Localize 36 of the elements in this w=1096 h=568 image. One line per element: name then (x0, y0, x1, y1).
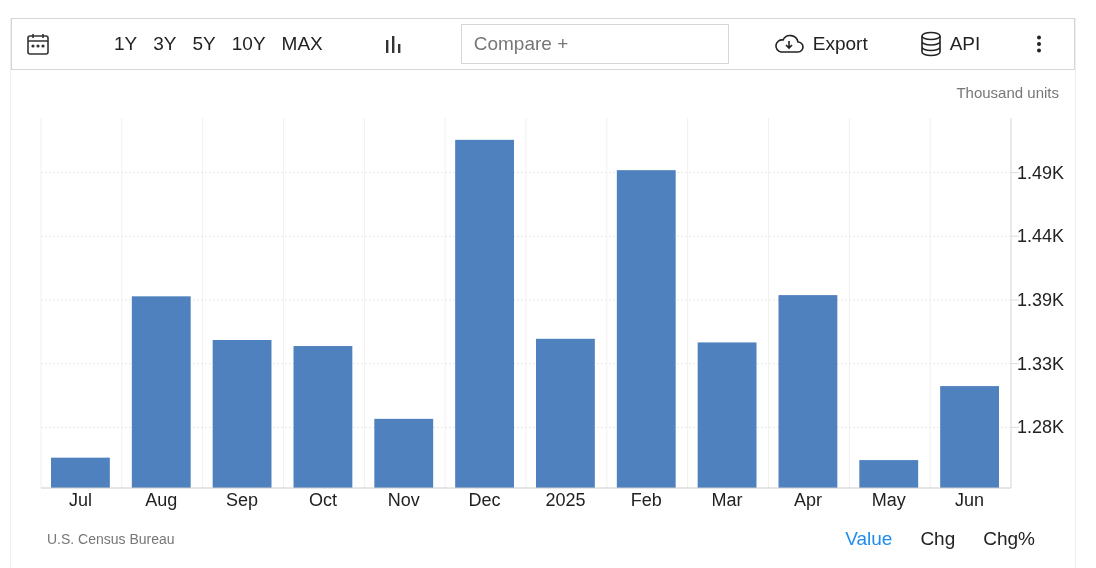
axis-category-label: Feb (630, 490, 662, 510)
calendar-icon[interactable] (26, 32, 50, 56)
range-button[interactable]: 1Y (110, 31, 142, 57)
axis-tick-label: 1.39K (1017, 289, 1065, 310)
units-label: Thousand units (956, 84, 1059, 103)
range-button[interactable]: 5Y (188, 31, 220, 57)
axis-category-label: Dec (468, 490, 501, 510)
axis-category-label: Sep (226, 490, 259, 510)
range-button[interactable]: 10Y (227, 31, 270, 57)
compare-field[interactable]: Compare + (460, 24, 729, 64)
axis-category-label: Jun (955, 490, 985, 510)
axis-tick-label: 1.33K (1017, 353, 1065, 374)
export-button[interactable]: Export (768, 30, 872, 58)
api-button[interactable]: API (915, 29, 985, 59)
view-tab[interactable]: Chg% (979, 526, 1039, 552)
bar (51, 457, 110, 488)
axis-tick-label: 1.49K (1017, 162, 1065, 183)
axis-tick-label: 1.44K (1017, 226, 1065, 247)
database-icon (919, 31, 942, 57)
axis-category-label: May (871, 490, 906, 510)
source-label: U.S. Census Bureau (47, 531, 175, 547)
range-button[interactable]: MAX (277, 31, 327, 57)
axis-tick-label: 1.28K (1017, 417, 1065, 438)
bar (374, 418, 434, 488)
axis-category-label: Mar (711, 490, 743, 510)
axis-category-label: Nov (387, 490, 420, 510)
range-button[interactable]: 3Y (149, 31, 181, 57)
more-icon[interactable] (1036, 35, 1043, 53)
cloud-download-icon (772, 32, 805, 56)
axis-category-label: Oct (308, 490, 337, 510)
axis-category-label: Jul (68, 490, 92, 510)
axis-category-label: 2025 (545, 490, 586, 510)
axis-category-label: Aug (145, 490, 178, 510)
axis-category-label: Apr (793, 490, 822, 510)
view-tab[interactable]: Chg (916, 526, 960, 552)
bar (859, 460, 919, 488)
